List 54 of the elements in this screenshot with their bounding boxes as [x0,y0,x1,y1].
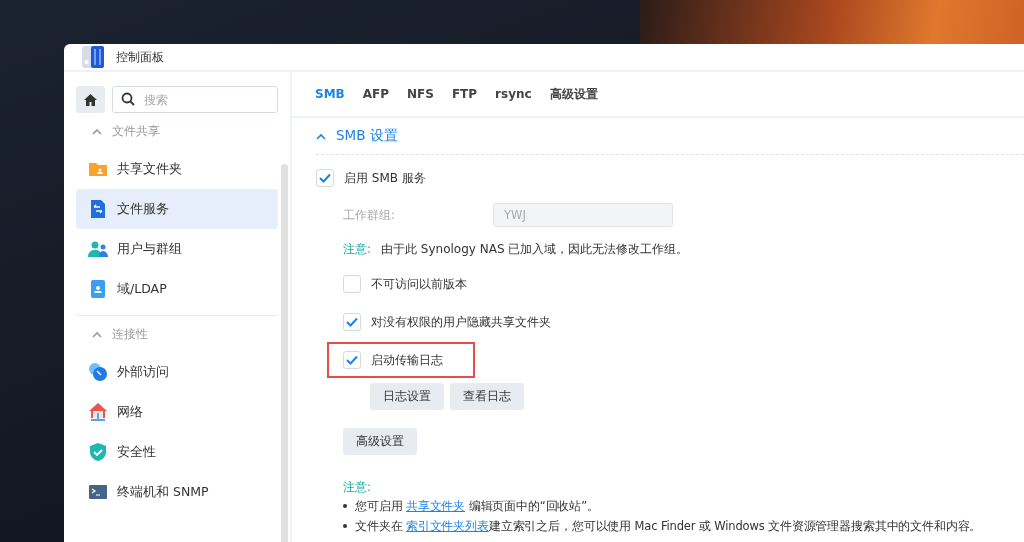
bullet-icon [343,504,347,508]
action-button[interactable]: 高级设置 [343,428,417,455]
group-header: 文件共享 [112,123,160,139]
tab[interactable]: SMB [306,72,354,116]
chevron-up-icon[interactable] [92,127,102,135]
checkbox-label: 启用 SMB 服务 [344,169,426,187]
sidebar-item[interactable]: 域/LDAP [76,269,278,309]
home-button[interactable] [76,86,105,113]
sidebar-item[interactable]: 终端机和 SNMP [76,472,278,512]
sidebar-item[interactable]: 文件服务 [76,189,278,229]
chevron-up-icon[interactable] [316,132,326,140]
group-header: 连接性 [112,326,148,342]
tab[interactable]: AFP [353,72,398,116]
home-icon [83,92,98,107]
sidebar-item[interactable]: 安全性 [76,432,278,472]
note-text: 您可启用 共享文件夹 编辑页面中的“回收站”。 [355,498,599,514]
globe-icon [88,362,108,382]
field-label: 工作群组: [343,206,397,224]
checkbox[interactable] [343,313,361,331]
tab[interactable]: FTP [442,72,487,116]
chevron-up-icon[interactable] [92,330,102,338]
sidebar-item[interactable]: 外部访问 [76,352,278,392]
sidebar-item[interactable]: 共享文件夹 [76,149,278,189]
house-icon [88,402,108,422]
file-transfer-icon [88,199,108,219]
checkbox[interactable] [343,275,361,293]
link[interactable]: 共享文件夹 [405,498,466,513]
bullet-icon [343,524,347,528]
note-text: 文件夹在 索引文件夹列表建立索引之后，您可以使用 Mac Finder 或 Windows 文件资源管理器搜索其中的文件和内容。 [355,518,982,534]
checkbox[interactable] [316,169,334,187]
checkbox-label: 启动传输日志 [371,351,443,369]
scrollbar[interactable] [281,164,288,542]
note-label: 注意: [343,479,373,496]
sidebar-item[interactable]: 网络 [76,392,278,432]
window-title: 控制面板 [116,48,164,66]
note-label: 注意: [343,240,372,258]
section-title: SMB 设置 [336,127,398,145]
shield-icon [88,442,108,462]
action-button[interactable]: 查看日志 [450,383,524,410]
search-field[interactable]: 搜索 [112,86,278,113]
tab[interactable]: rsync [486,72,541,116]
terminal-icon [88,482,108,502]
search-icon [121,92,135,106]
checkbox-label: 不可访问以前版本 [371,275,467,293]
tab[interactable]: NFS [398,72,443,116]
users-icon [88,239,108,259]
checkbox[interactable] [343,351,361,369]
sidebar-item[interactable]: 用户与群组 [76,229,278,269]
checkbox-label: 对没有权限的用户隐藏共享文件夹 [371,313,551,331]
id-card-icon [88,279,108,299]
note-text: 由于此 Synology NAS 已加入域，因此无法修改工作组。 [381,240,689,258]
tab[interactable]: 高级设置 [540,72,607,116]
action-button[interactable]: 日志设置 [370,383,444,410]
link[interactable]: 索引文件夹列表 [405,518,489,533]
